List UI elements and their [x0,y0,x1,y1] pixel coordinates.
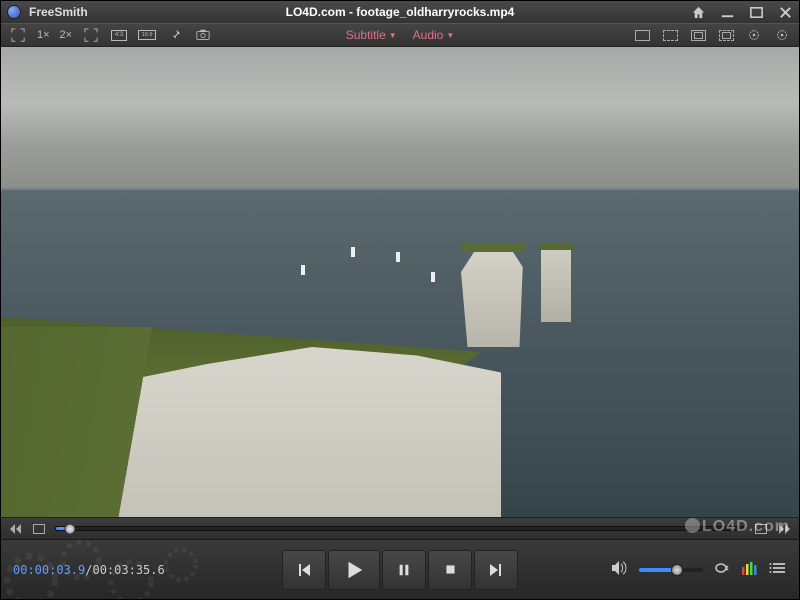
equalizer-icon[interactable] [741,561,759,578]
volume-slider[interactable] [639,568,703,572]
video-content [1,47,799,188]
snapshot-icon[interactable] [194,26,212,44]
file-name: LO4D.com - footage_oldharryrocks.mp4 [1,5,799,19]
fit-screen-icon[interactable] [9,26,27,44]
zoom-1x[interactable]: 1× [37,29,50,41]
toolbar: 1× 2× 4:3 16:9 Subtitle ▼ Audio ▼ [1,23,799,47]
aspect-4-3-icon[interactable]: 4:3 [110,26,128,44]
zoom-2x[interactable]: 2× [60,29,73,41]
controls: 00:00:03.9/00:03:35.6 [1,539,799,599]
seek-knob[interactable] [64,523,75,534]
total-time: 00:03:35.6 [92,563,164,577]
step-back-icon[interactable] [7,521,23,537]
audio-label: Audio [413,28,444,42]
pause-button[interactable] [382,550,426,590]
timestamp: 00:00:03.9/00:03:35.6 [13,563,165,577]
subtitle-dropdown[interactable]: Subtitle ▼ [346,28,397,42]
volume-icon[interactable] [611,560,629,579]
previous-button[interactable] [282,550,326,590]
step-forward-icon[interactable] [777,521,793,537]
playlist-icon[interactable] [769,561,787,578]
crop-icon-2[interactable] [661,26,679,44]
chevron-down-icon: ▼ [446,31,454,40]
app-window: FreeSmith LO4D.com - footage_oldharryroc… [0,0,800,600]
settings-icon-2[interactable] [773,26,791,44]
video-viewport[interactable] [1,47,799,517]
next-button[interactable] [474,550,518,590]
transport-controls [282,550,518,590]
settings-icon-1[interactable] [745,26,763,44]
marker-end-icon[interactable] [753,521,769,537]
audio-dropdown[interactable]: Audio ▼ [413,28,455,42]
pin-icon[interactable] [166,26,184,44]
current-time: 00:00:03.9 [13,563,85,577]
close-button[interactable] [778,5,793,20]
maximize-button[interactable] [749,5,764,20]
home-icon[interactable] [691,5,706,20]
seekbar-row [1,517,799,539]
app-icon [7,5,21,19]
marker-start-icon[interactable] [31,521,47,537]
app-name: FreeSmith [29,5,88,19]
stop-button[interactable] [428,550,472,590]
loop-icon[interactable] [713,561,731,578]
seek-slider[interactable] [55,526,745,531]
aspect-16-9-icon[interactable]: 16:9 [138,26,156,44]
volume-knob[interactable] [671,564,683,576]
crop-icon-1[interactable] [633,26,651,44]
fullscreen-icon[interactable] [82,26,100,44]
subtitle-label: Subtitle [346,28,386,42]
play-button[interactable] [328,550,380,590]
titlebar: FreeSmith LO4D.com - footage_oldharryroc… [1,1,799,23]
crop-icon-4[interactable] [717,26,735,44]
crop-icon-3[interactable] [689,26,707,44]
chevron-down-icon: ▼ [389,31,397,40]
minimize-button[interactable] [720,5,735,20]
